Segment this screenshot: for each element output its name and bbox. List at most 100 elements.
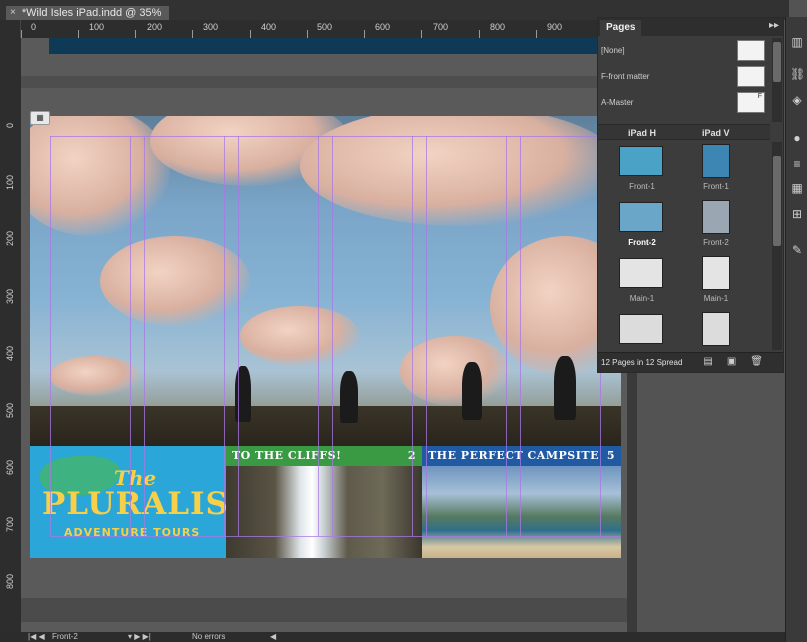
- document-tab[interactable]: × *Wild Isles iPad.indd @ 35%: [6, 6, 170, 20]
- next-page-button[interactable]: ▾ ▶ ▶|: [128, 632, 151, 642]
- page-label: Main-1: [629, 294, 655, 303]
- column-guide[interactable]: [130, 136, 131, 536]
- first-page-button[interactable]: |◀ ◀: [28, 632, 45, 642]
- orientation-label-v[interactable]: iPad V: [702, 128, 730, 138]
- ruler-tick: [78, 30, 79, 38]
- layers-icon[interactable]: ◈: [790, 93, 804, 107]
- ruler-label: 900: [547, 22, 563, 32]
- horizontal-ruler[interactable]: 0 100 200 300 400 500 600 700 800 900: [21, 20, 597, 38]
- stroke-icon[interactable]: ≡: [790, 157, 804, 171]
- panel-menu-icon[interactable]: ▸▸: [769, 20, 779, 31]
- pages-scrollbar[interactable]: [772, 142, 782, 350]
- swatches-icon[interactable]: ▦: [790, 181, 804, 195]
- layout-page[interactable]: The PLURALIST ADVENTURE TOURS TO THE CLI…: [30, 116, 621, 558]
- master-label: [None]: [601, 46, 625, 55]
- ruler-label: 600: [5, 459, 15, 475]
- master-thumbnail: F: [737, 92, 765, 113]
- masters-scrollbar[interactable]: [772, 38, 782, 122]
- orientation-header: iPad H iPad V: [598, 124, 770, 140]
- campsite-page-number: 5: [606, 449, 615, 462]
- effects-icon[interactable]: ✎: [790, 243, 804, 257]
- ruler-label: 800: [490, 22, 506, 32]
- ruler-label: 200: [5, 230, 15, 246]
- column-guide[interactable]: [412, 136, 413, 536]
- campsite-header: THE PERFECT CAMPSITE 5: [422, 446, 621, 466]
- column-guide[interactable]: [426, 136, 427, 536]
- page-thumbnail-selected[interactable]: [619, 202, 663, 232]
- campsite-tile[interactable]: THE PERFECT CAMPSITE 5: [422, 446, 621, 558]
- ruler-label: 100: [5, 174, 15, 190]
- page-transition-icon[interactable]: ▦: [30, 111, 50, 125]
- page-thumbnail[interactable]: [619, 146, 663, 176]
- ruler-tick: [479, 30, 480, 38]
- orientation-label-h[interactable]: iPad H: [628, 128, 656, 138]
- column-guide[interactable]: [50, 136, 51, 536]
- preflight-status[interactable]: No errors: [192, 632, 225, 642]
- page-thumbnail[interactable]: [619, 258, 663, 288]
- column-guide[interactable]: [506, 136, 507, 536]
- document-title: *Wild Isles iPad.indd @ 35%: [21, 7, 162, 19]
- column-guide[interactable]: [224, 136, 225, 536]
- margin-guide[interactable]: [50, 536, 620, 537]
- scroll-left-button[interactable]: ◀: [270, 632, 276, 642]
- page-count-text: 12 Pages in 12 Spread: [601, 358, 683, 367]
- logo-tagline: ADVENTURE TOURS: [64, 526, 201, 539]
- pasteboard[interactable]: The PLURALIST ADVENTURE TOURS TO THE CLI…: [21, 38, 627, 632]
- document-vertical-scrollbar[interactable]: [627, 373, 637, 632]
- column-guide[interactable]: [238, 136, 239, 536]
- pages-tab[interactable]: Pages: [600, 20, 642, 36]
- margin-guide[interactable]: [50, 136, 620, 137]
- column-guide[interactable]: [332, 136, 333, 536]
- page-number-field[interactable]: Front-2: [52, 632, 78, 642]
- page-label: Front-1: [703, 182, 729, 191]
- cloud-shape: [240, 306, 360, 366]
- page-thumbnail[interactable]: [702, 256, 730, 290]
- master-item[interactable]: F-front matter: [598, 64, 768, 90]
- page-thumbnail[interactable]: [619, 314, 663, 344]
- scroll-thumb[interactable]: [773, 156, 781, 246]
- cliffs-title: TO THE CLIFFS!: [232, 449, 342, 462]
- top-bleed-strip: [49, 38, 617, 54]
- ruler-label: 300: [203, 22, 219, 32]
- page-thumbnail[interactable]: [702, 144, 730, 178]
- ruler-label: 100: [89, 22, 105, 32]
- ruler-tick: [135, 30, 136, 38]
- column-guide[interactable]: [318, 136, 319, 536]
- master-label: F-front matter: [601, 72, 650, 81]
- ruler-label: 500: [5, 402, 15, 418]
- panel-header: Pages ▸▸: [598, 18, 783, 36]
- pasteboard-band: [21, 76, 627, 88]
- indesign-window: × *Wild Isles iPad.indd @ 35% 0 100 200 …: [0, 0, 807, 642]
- ruler-tick: [536, 30, 537, 38]
- edit-page-size-icon[interactable]: ▤: [703, 356, 712, 367]
- table-icon[interactable]: ⊞: [790, 207, 804, 221]
- new-page-icon[interactable]: ▣: [727, 356, 736, 367]
- panel-dock: ▥ ⛓ ◈ ● ≡ ▦ ⊞ ✎: [785, 17, 807, 642]
- hiker-silhouette: [340, 371, 358, 423]
- hero-photo-sky[interactable]: [30, 116, 621, 416]
- master-item[interactable]: A-Master F: [598, 90, 768, 116]
- align-icon[interactable]: ▥: [790, 35, 804, 49]
- delete-page-icon[interactable]: 🗑: [750, 356, 763, 367]
- page-thumbnail[interactable]: [702, 312, 730, 346]
- ruler-tick: [250, 30, 251, 38]
- color-icon[interactable]: ●: [790, 131, 804, 145]
- ruler-label: 0: [31, 22, 37, 32]
- ruler-label: 400: [5, 345, 15, 361]
- links-icon[interactable]: ⛓: [790, 67, 805, 81]
- ruler-origin[interactable]: [0, 20, 21, 38]
- cloud-shape: [300, 116, 620, 226]
- logo-brand-text: PLURALIST: [42, 486, 226, 522]
- close-icon[interactable]: ×: [10, 6, 16, 20]
- page-thumbnail[interactable]: [702, 200, 730, 234]
- cloud-shape: [400, 336, 510, 406]
- cliffs-tile[interactable]: TO THE CLIFFS! 2: [226, 446, 422, 558]
- vertical-ruler[interactable]: 0 100 200 300 400 500 600 700 800: [0, 38, 21, 632]
- master-item[interactable]: [None]: [598, 38, 768, 64]
- ruler-tick: [21, 30, 22, 38]
- ruler-label: 400: [261, 22, 277, 32]
- scroll-thumb[interactable]: [773, 42, 781, 82]
- column-guide[interactable]: [144, 136, 145, 536]
- column-guide[interactable]: [520, 136, 521, 536]
- pluralist-logo-tile[interactable]: The PLURALIST ADVENTURE TOURS: [30, 446, 226, 558]
